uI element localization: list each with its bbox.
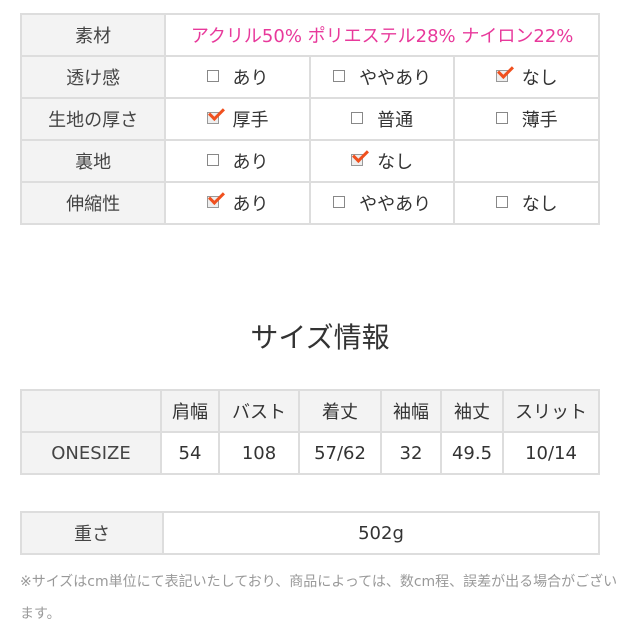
weight-label: 重さ (20, 511, 164, 555)
unchecked-checkbox-icon (495, 112, 508, 124)
size-table: 肩幅 バスト 着丈 袖幅 袖丈 スリット ONESIZE 54 108 57/6… (20, 389, 600, 475)
option-cell: 薄手 (453, 97, 600, 141)
weight-table: 重さ 502g (20, 511, 600, 555)
checked-checkbox-icon (206, 196, 219, 208)
checked-checkbox-icon (351, 154, 364, 166)
attribute-label: 伸縮性 (19, 181, 167, 225)
header-cell (20, 389, 162, 433)
table-row: ONESIZE 54 108 57/62 32 49.5 10/14 (20, 431, 600, 475)
option-label: 薄手 (521, 110, 558, 131)
option-label: なし (521, 68, 558, 89)
option-cell: あり (164, 139, 311, 183)
size-name-cell: ONESIZE (20, 431, 162, 475)
checked-checkbox-icon (206, 112, 219, 124)
size-note: ※サイズはcm単位にて表記いたしており、商品によっては、数cm程、誤差が出る場合… (20, 574, 618, 622)
attribute-label: 裏地 (19, 139, 167, 183)
header-cell: 肩幅 (160, 389, 220, 433)
option-label: あり (232, 194, 269, 215)
unchecked-checkbox-icon (206, 70, 219, 82)
material-row: 素材 アクリル50% ポリエステル28% ナイロン22% (19, 13, 600, 57)
unchecked-checkbox-icon (333, 70, 346, 82)
empty-cell (453, 139, 600, 183)
attribute-label: 生地の厚さ (19, 97, 167, 141)
value-cell: 57/62 (298, 431, 382, 475)
option-cell: あり (164, 181, 311, 225)
attribute-row-sheerness: 透け感 あり ややあり なし (19, 55, 600, 99)
value-cell: 108 (218, 431, 300, 475)
option-cell: なし (453, 181, 600, 225)
value-cell: 54 (160, 431, 220, 475)
option-label: なし (521, 194, 558, 215)
option-label: あり (232, 152, 269, 173)
option-label: なし (377, 152, 414, 173)
option-label: ややあり (359, 68, 432, 89)
option-cell: 普通 (308, 97, 456, 141)
header-cell: バスト (218, 389, 300, 433)
attribute-label: 透け感 (19, 55, 167, 99)
option-cell: ややあり (308, 55, 456, 99)
option-cell: ややあり (308, 181, 456, 225)
unchecked-checkbox-icon (495, 196, 508, 208)
option-label: 厚手 (232, 110, 269, 131)
weight-value: 502g (162, 511, 600, 555)
size-table-header: 肩幅 バスト 着丈 袖幅 袖丈 スリット (20, 389, 600, 433)
attribute-row-thickness: 生地の厚さ 厚手 普通 薄手 (19, 97, 600, 141)
value-cell: 49.5 (440, 431, 504, 475)
material-attributes-table: 素材 アクリル50% ポリエステル28% ナイロン22% 透け感 あり ややあり… (19, 13, 600, 225)
header-cell: スリット (502, 389, 600, 433)
weight-row: 重さ 502g (20, 511, 600, 555)
header-cell: 着丈 (298, 389, 382, 433)
header-cell: 袖幅 (380, 389, 442, 433)
option-label: 普通 (377, 110, 414, 131)
material-label: 素材 (19, 13, 167, 57)
option-cell: あり (164, 55, 311, 99)
option-cell: なし (308, 139, 456, 183)
unchecked-checkbox-icon (351, 112, 364, 124)
option-label: ややあり (359, 194, 432, 215)
unchecked-checkbox-icon (206, 154, 219, 166)
attribute-row-stretch: 伸縮性 あり ややあり なし (19, 181, 600, 225)
option-cell: 厚手 (164, 97, 311, 141)
unchecked-checkbox-icon (333, 196, 346, 208)
value-cell: 32 (380, 431, 442, 475)
size-info-title: サイズ情報 (250, 321, 390, 354)
checked-checkbox-icon (495, 70, 508, 82)
option-label: あり (232, 68, 269, 89)
value-cell: 10/14 (502, 431, 600, 475)
header-cell: 袖丈 (440, 389, 504, 433)
attribute-row-lining: 裏地 あり なし (19, 139, 600, 183)
material-value: アクリル50% ポリエステル28% ナイロン22% (164, 13, 600, 57)
option-cell: なし (453, 55, 600, 99)
